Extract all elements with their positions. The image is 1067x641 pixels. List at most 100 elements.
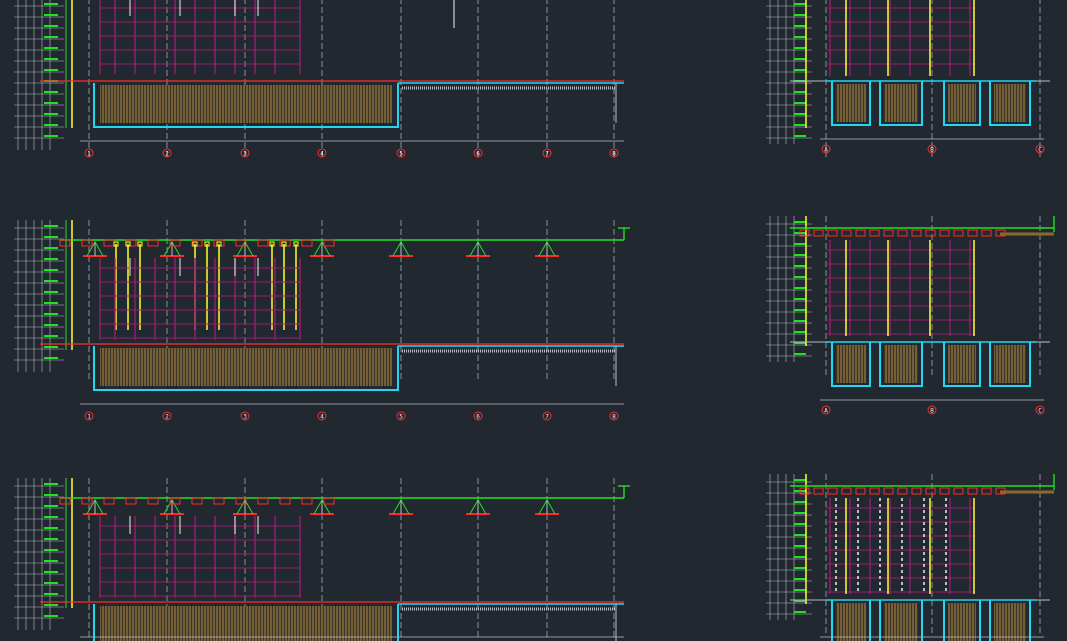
dim-text	[794, 135, 806, 137]
dim-text	[794, 353, 806, 355]
axis-bubble-label: C	[1038, 408, 1042, 415]
equipment-box	[883, 229, 894, 237]
equipment-box	[897, 487, 908, 495]
cell-hatch	[836, 345, 866, 383]
equipment-box	[103, 497, 115, 505]
equipment-box	[81, 497, 93, 505]
dim-text	[794, 14, 806, 16]
equipment-box	[981, 229, 992, 237]
equipment-box	[257, 497, 269, 505]
cell-hatch	[884, 603, 918, 641]
cad-drawing-canvas[interactable]: 1 2 3 4 5 6 7 8 1 2 3 4 5 6 7 8 A B C A B C	[0, 0, 1067, 641]
dim-text	[794, 589, 806, 591]
axis-bubble-label: B	[930, 147, 934, 154]
dim-text	[794, 578, 806, 580]
dim-text	[44, 58, 58, 60]
dim-text	[44, 505, 58, 507]
cross-section-1: A B C	[766, 0, 1050, 158]
dim-text	[44, 593, 58, 595]
equipment-box	[869, 229, 880, 237]
dim-text	[794, 512, 806, 514]
equipment-box	[925, 487, 936, 495]
dim-text	[44, 549, 58, 551]
axis-bubble-label: 8	[612, 414, 616, 421]
cell-hatch	[836, 603, 866, 641]
axis-bubble-label: 4	[320, 414, 324, 421]
axis-bubble-label: 1	[87, 151, 91, 158]
cad-drawing-svg[interactable]: 1 2 3 4 5 6 7 8 1 2 3 4 5 6 7 8 A B C A B C	[0, 0, 1067, 641]
dim-text	[44, 483, 58, 485]
axis-bubble-label: B	[930, 408, 934, 415]
equipment-box	[827, 229, 838, 237]
long-section-1: 1 2 3 4 5 6 7 8	[14, 0, 624, 158]
dim-text	[44, 335, 58, 337]
dim-text	[794, 113, 806, 115]
dim-text	[44, 615, 58, 617]
equipment-box	[147, 497, 159, 505]
dim-text	[44, 258, 58, 260]
dim-text	[794, 611, 806, 613]
dim-text	[44, 225, 58, 227]
equipment-box	[257, 239, 269, 247]
dim-text	[794, 102, 806, 104]
dim-text	[44, 582, 58, 584]
equipment-box	[897, 229, 908, 237]
dim-text	[44, 324, 58, 326]
dim-text	[44, 346, 58, 348]
dim-text	[44, 113, 58, 115]
dim-text	[44, 494, 58, 496]
dim-text	[794, 320, 806, 322]
equipment-box	[953, 487, 964, 495]
axis-bubble-label: 4	[320, 151, 324, 158]
axis-bubble-label: A	[824, 147, 828, 154]
axis-bubble-label: 2	[165, 151, 169, 158]
dim-text	[794, 36, 806, 38]
equipment-box	[967, 229, 978, 237]
dim-text	[794, 3, 806, 5]
cell-hatch	[994, 84, 1026, 122]
axis-bubble-label: 6	[476, 151, 480, 158]
equipment-box	[301, 497, 313, 505]
equipment-box	[147, 239, 159, 247]
dim-text	[794, 567, 806, 569]
dim-text	[44, 135, 58, 137]
equipment-box	[301, 239, 313, 247]
axis-bubble-label: 3	[243, 414, 247, 421]
equipment-box	[191, 497, 203, 505]
equipment-box	[925, 229, 936, 237]
dim-text	[44, 102, 58, 104]
dim-text	[794, 58, 806, 60]
equipment-box	[953, 229, 964, 237]
dim-text	[44, 124, 58, 126]
dim-text	[44, 538, 58, 540]
equipment-box	[323, 497, 335, 505]
dim-text	[794, 545, 806, 547]
cell-hatch	[948, 345, 976, 383]
cross-section-3	[766, 474, 1055, 641]
dim-text	[794, 91, 806, 93]
equipment-box	[103, 239, 115, 247]
dim-text	[794, 124, 806, 126]
equipment-box	[841, 487, 852, 495]
dim-text	[794, 298, 806, 300]
dim-text	[44, 604, 58, 606]
axis-bubble-label: 3	[243, 151, 247, 158]
cell-hatch	[948, 84, 976, 122]
axis-bubble-label: 5	[399, 414, 403, 421]
cross-section-2: A B C	[766, 216, 1055, 415]
dim-text	[44, 291, 58, 293]
basin-hatch	[100, 606, 392, 641]
equipment-box	[855, 487, 866, 495]
equipment-box	[323, 239, 335, 247]
cell-hatch	[948, 603, 976, 641]
equipment-box	[59, 497, 71, 505]
equipment-box	[883, 487, 894, 495]
dim-text	[794, 221, 806, 223]
cell-hatch	[884, 345, 918, 383]
basin-hatch	[100, 348, 392, 386]
equipment-box	[279, 497, 291, 505]
axis-bubble-label: 2	[165, 414, 169, 421]
dim-text	[794, 309, 806, 311]
equipment-box	[813, 487, 824, 495]
dim-text	[44, 91, 58, 93]
